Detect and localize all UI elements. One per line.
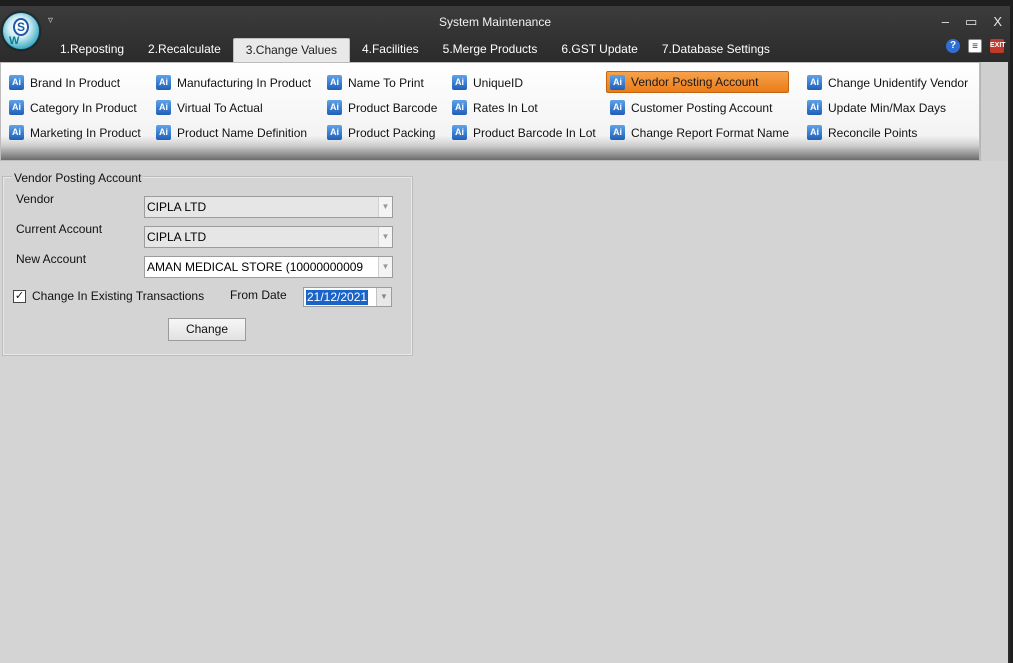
user-list-icon: Ai <box>807 125 822 140</box>
vendor-value: CIPLA LTD <box>147 200 207 214</box>
new-account-combo[interactable]: AMAN MEDICAL STORE (10000000009 ▼ <box>144 256 393 278</box>
ribbon-column-5: Ai Vendor Posting Account Ai Customer Post… <box>606 70 790 145</box>
new-account-label: New Account <box>16 252 87 266</box>
window-title: System Maintenance <box>438 15 552 29</box>
change-existing-label[interactable]: Change In Existing Transactions <box>32 289 204 303</box>
current-account-combo[interactable]: CIPLA LTD ▼ <box>144 226 393 248</box>
tab-merge-products[interactable]: 5.Merge Products <box>431 38 550 62</box>
user-list-icon: Ai <box>610 100 625 115</box>
ribbon-side-panel <box>980 62 1008 161</box>
from-date-label: From Date <box>230 288 287 302</box>
chevron-down-icon[interactable]: ▼ <box>378 197 392 217</box>
tab-recalculate[interactable]: 2.Recalculate <box>136 38 233 62</box>
ribbon-item-virtual-to-actual[interactable]: Ai Virtual To Actual <box>156 95 311 120</box>
ribbon-item-product-name-definition[interactable]: Ai Product Name Definition <box>156 120 311 145</box>
vendor-label: Vendor <box>16 192 55 206</box>
change-button[interactable]: Change <box>168 318 246 341</box>
chevron-down-icon[interactable]: ▼ <box>378 227 392 247</box>
ribbon-item-brand-in-product[interactable]: Ai Brand In Product <box>9 70 141 95</box>
change-existing-checkbox[interactable]: ✓ <box>13 290 26 303</box>
ribbon-panel: Ai Brand In Product Ai Category In Product… <box>0 62 980 161</box>
ribbon-column-6: Ai Change Unidentify Vendor Ai Update Min/… <box>807 70 968 145</box>
ribbon-item-marketing-in-product[interactable]: Ai Marketing In Product <box>9 120 141 145</box>
ribbon-column-4: Ai UniqueID Ai Rates In Lot Ai Product Barc… <box>452 70 596 145</box>
vendor-posting-account-group: Vendor Posting Account Vendor CIPLA LTD … <box>2 171 413 356</box>
tab-strip: 1.Reposting 2.Recalculate 3.Change Value… <box>48 38 782 62</box>
ribbon-column-2: Ai Manufacturing In Product Ai Virtual To … <box>156 70 311 145</box>
user-list-icon: Ai <box>610 125 625 140</box>
user-list-icon: Ai <box>807 75 822 90</box>
ribbon-item-reconcile-points[interactable]: Ai Reconcile Points <box>807 120 968 145</box>
ribbon-item-change-report-format-name[interactable]: Ai Change Report Format Name <box>610 120 789 145</box>
chevron-down-icon[interactable]: ▼ <box>378 257 392 277</box>
user-list-icon: Ai <box>156 100 171 115</box>
chevron-down-icon[interactable]: ▼ <box>376 288 391 306</box>
tab-gst-update[interactable]: 6.GST Update <box>549 38 650 62</box>
ribbon-item-product-barcode[interactable]: Ai Product Barcode <box>327 95 437 120</box>
title-bar: SW ▿ System Maintenance – ▭ X 1.Repostin… <box>0 6 1010 62</box>
close-button[interactable]: X <box>993 14 1002 30</box>
help-icon[interactable]: ? <box>946 39 960 53</box>
minimize-button[interactable]: – <box>942 14 949 30</box>
user-list-icon: Ai <box>452 75 467 90</box>
ribbon-item-manufacturing-in-product[interactable]: Ai Manufacturing In Product <box>156 70 311 95</box>
from-date-picker[interactable]: 21/12/2021 ▼ <box>303 287 392 307</box>
ribbon-item-product-packing[interactable]: Ai Product Packing <box>327 120 437 145</box>
ribbon-item-product-barcode-in-lot[interactable]: Ai Product Barcode In Lot <box>452 120 596 145</box>
user-list-icon: Ai <box>327 125 342 140</box>
current-account-value: CIPLA LTD <box>147 230 207 244</box>
tab-database-settings[interactable]: 7.Database Settings <box>650 38 782 62</box>
tab-reposting[interactable]: 1.Reposting <box>48 38 136 62</box>
ribbon-item-category-in-product[interactable]: Ai Category In Product <box>9 95 141 120</box>
maximize-button[interactable]: ▭ <box>965 14 977 30</box>
user-list-icon: Ai <box>156 75 171 90</box>
ribbon-column-3: Ai Name To Print Ai Product Barcode Ai Prod… <box>327 70 437 145</box>
tab-change-values[interactable]: 3.Change Values <box>232 38 350 62</box>
ribbon-item-uniqueid[interactable]: Ai UniqueID <box>452 70 596 95</box>
ribbon-item-change-unidentify-vendor[interactable]: Ai Change Unidentify Vendor <box>807 70 968 95</box>
group-title: Vendor Posting Account <box>12 171 144 185</box>
system-maintenance-window: SW ▿ System Maintenance – ▭ X 1.Repostin… <box>0 6 1010 663</box>
ribbon-item-rates-in-lot[interactable]: Ai Rates In Lot <box>452 95 596 120</box>
exit-icon[interactable]: EXIT <box>990 39 1006 53</box>
current-account-label: Current Account <box>16 222 103 236</box>
user-list-icon: Ai <box>9 75 24 90</box>
from-date-value[interactable]: 21/12/2021 <box>306 290 369 305</box>
user-list-icon: Ai <box>807 100 822 115</box>
user-list-icon: Ai <box>156 125 171 140</box>
ribbon-column-1: Ai Brand In Product Ai Category In Product… <box>9 70 141 145</box>
user-list-icon: Ai <box>610 74 625 90</box>
ribbon-item-customer-posting-account[interactable]: Ai Customer Posting Account <box>610 95 789 120</box>
new-account-value: AMAN MEDICAL STORE (10000000009 <box>147 260 364 274</box>
user-list-icon: Ai <box>327 100 342 115</box>
user-list-icon: Ai <box>327 75 342 90</box>
ribbon-item-update-min-max-days[interactable]: Ai Update Min/Max Days <box>807 95 968 120</box>
user-list-icon: Ai <box>9 125 24 140</box>
user-list-icon: Ai <box>452 100 467 115</box>
ribbon-item-vendor-posting-account[interactable]: Ai Vendor Posting Account <box>606 71 790 93</box>
user-list-icon: Ai <box>9 100 24 115</box>
user-list-icon: Ai <box>452 125 467 140</box>
tab-facilities[interactable]: 4.Facilities <box>350 38 431 62</box>
ribbon-item-name-to-print[interactable]: Ai Name To Print <box>327 70 437 95</box>
vendor-combo[interactable]: CIPLA LTD ▼ <box>144 196 393 218</box>
document-icon[interactable]: ≡ <box>968 39 982 53</box>
